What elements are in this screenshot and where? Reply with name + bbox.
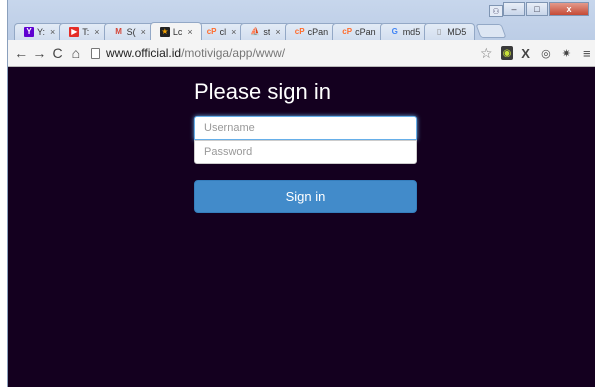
youtube-icon: ▶ [69, 27, 80, 37]
tab-close-icon[interactable]: × [141, 27, 146, 37]
address-bar[interactable]: www.official.id/motiviga/app/www/ ☆ [90, 43, 497, 63]
tab-cpanel-2[interactable]: cP cPan [284, 23, 338, 40]
page-icon [90, 47, 100, 59]
tab-close-icon[interactable]: × [231, 27, 236, 37]
extension-icon[interactable]: ◉ [500, 46, 514, 60]
close-window-button[interactable]: x [549, 2, 589, 16]
tab-google-md5[interactable]: G md5 [379, 23, 430, 40]
maximize-button[interactable]: □ [526, 2, 548, 16]
cpanel-icon: cP [342, 27, 353, 36]
tab-youtube[interactable]: ▶ T: × [59, 23, 109, 40]
tab-yahoo[interactable]: Y Y: × [14, 23, 65, 40]
yahoo-icon: Y [24, 27, 34, 37]
tab-label: T: [82, 27, 90, 37]
url-path: /motiviga/app/www/ [181, 46, 286, 60]
username-input[interactable] [194, 116, 417, 140]
tab-label: md5 [402, 27, 421, 37]
cpanel-icon: cP [294, 27, 305, 36]
sign-in-button[interactable]: Sign in [194, 180, 417, 213]
tab-label: cl [219, 27, 227, 37]
window-controls: – □ x [503, 2, 589, 16]
page-content: Please sign in Sign in [8, 67, 595, 387]
google-icon: G [391, 27, 398, 36]
tab-list: Y Y: × ▶ T: × M S( × ★ Lc × cP cl × ⛵ st… [14, 22, 507, 40]
home-icon[interactable]: ⌂ [67, 46, 85, 60]
x-extension-icon[interactable]: X [517, 44, 533, 62]
tab-label: Lc [172, 26, 183, 37]
tab-label: S( [126, 27, 136, 37]
tab-md5[interactable]: ▯ MD5 [424, 23, 476, 40]
browser-window: Y Y: × ▶ T: × M S( × ★ Lc × cP cl × ⛵ st… [7, 0, 595, 387]
tab-label: st [263, 27, 271, 37]
tab-label: MD5 [447, 27, 467, 37]
tab-cpanel-3[interactable]: cP cPan [332, 23, 385, 40]
tab-close-icon[interactable]: × [275, 27, 280, 37]
tab-close-icon[interactable]: × [187, 27, 192, 37]
tab-cpanel-1[interactable]: cP cl × [196, 23, 246, 40]
tab-strip: Y Y: × ▶ T: × M S( × ★ Lc × cP cl × ⛵ st… [8, 0, 595, 40]
url-domain: www.official.id [105, 46, 182, 60]
back-arrow-icon[interactable]: ← [12, 46, 30, 60]
tab-phpmyadmin[interactable]: ⛵ st × [240, 23, 290, 40]
password-input[interactable] [194, 140, 417, 164]
page-title: Please sign in [194, 79, 331, 104]
page-icon: ▯ [437, 27, 442, 36]
menu-icon[interactable]: ≡ [579, 44, 595, 62]
tab-close-icon[interactable]: × [50, 27, 55, 37]
user-profile-icon[interactable]: ⚇ [489, 5, 503, 17]
tab-login-active[interactable]: ★ Lc × [149, 22, 202, 40]
puzzle-extension-icon[interactable]: ✷ [558, 44, 574, 62]
browser-toolbar: ← → C ⌂ www.official.id/motiviga/app/www… [8, 40, 595, 67]
tab-label: cPan [355, 27, 376, 37]
new-tab-button[interactable] [475, 24, 507, 38]
tab-label: Y: [37, 27, 46, 37]
gmail-icon: M [115, 27, 122, 36]
tab-close-icon[interactable]: × [94, 27, 99, 37]
pma-icon: ⛵ [250, 27, 261, 36]
forward-arrow-icon[interactable]: → [30, 46, 48, 60]
reload-icon[interactable]: C [48, 46, 66, 60]
tab-gmail[interactable]: M S( × [103, 23, 155, 40]
tab-label: cPan [307, 27, 329, 37]
bookmark-star-icon[interactable]: ☆ [480, 45, 493, 62]
settings-circle-icon[interactable]: ◎ [538, 44, 554, 62]
star-icon: ★ [159, 26, 170, 37]
minimize-button[interactable]: – [503, 2, 525, 16]
cpanel-icon: cP [206, 27, 217, 36]
